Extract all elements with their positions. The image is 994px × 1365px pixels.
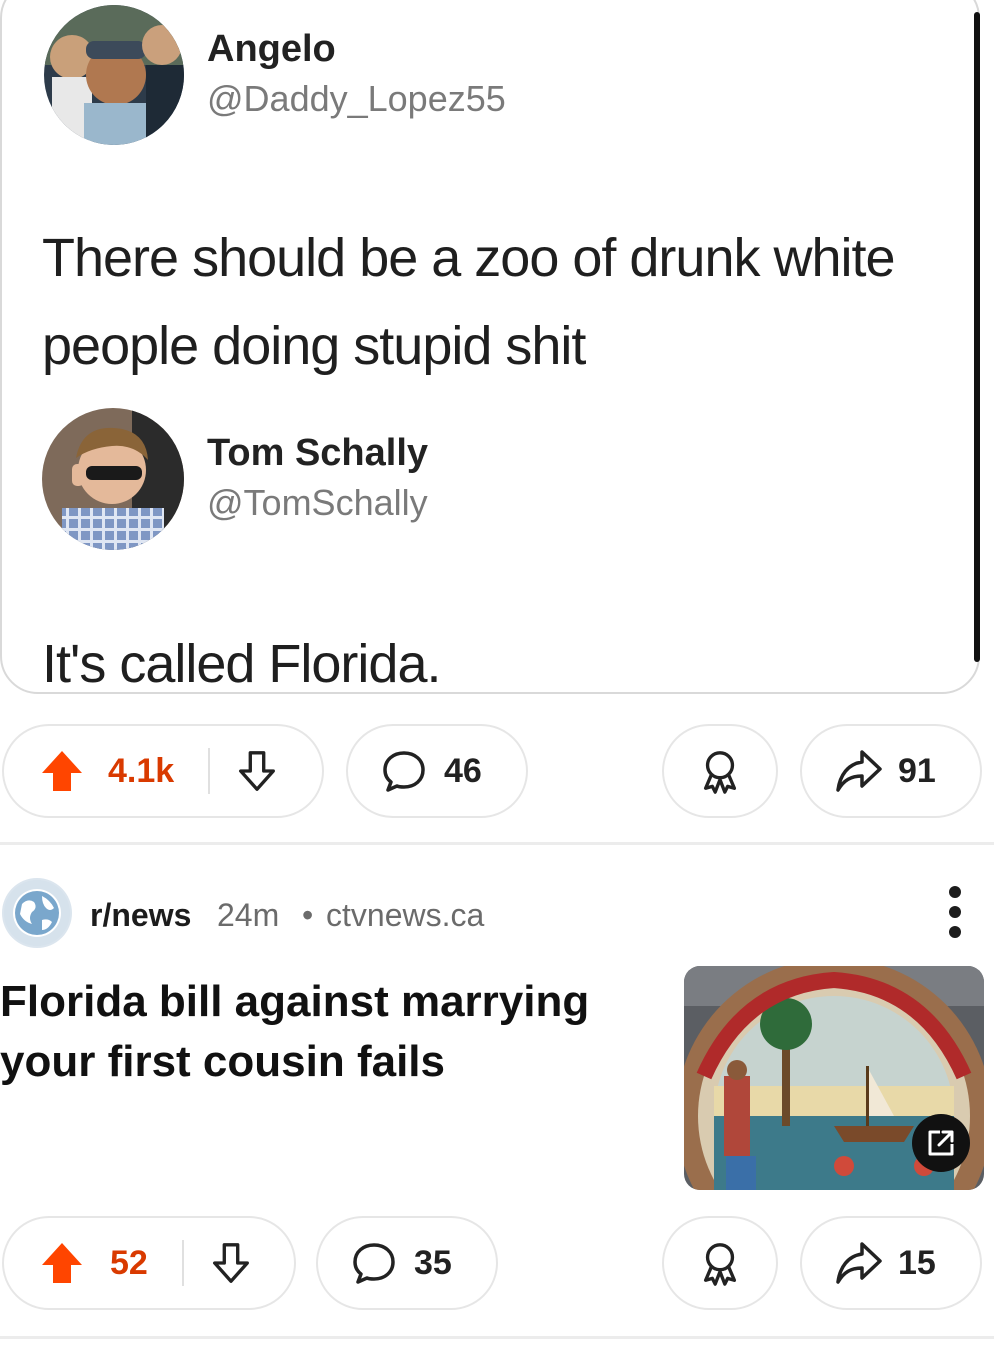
subreddit-name[interactable]: r/news [90, 897, 191, 934]
award-button[interactable] [662, 724, 778, 818]
upvote-button[interactable] [38, 747, 86, 795]
award-button-2[interactable] [662, 1216, 778, 1310]
author-handle: @Daddy_Lopez55 [207, 78, 506, 119]
downvote-button-2[interactable] [208, 1240, 254, 1286]
reply-author-handle: @TomSchally [207, 482, 428, 523]
comments-count-2: 35 [414, 1243, 452, 1282]
upvote-count-2: 52 [110, 1243, 148, 1282]
downvote-arrow-icon [212, 1243, 249, 1283]
post-separator [0, 842, 994, 845]
shares-count-2: 15 [898, 1243, 936, 1282]
comments-count: 46 [444, 751, 482, 790]
open-link-button[interactable] [912, 1114, 970, 1172]
card-edge-shadow [974, 12, 980, 662]
comment-bubble-icon [353, 1243, 395, 1284]
subreddit-avatar[interactable] [2, 878, 72, 948]
vote-bar: 4.1k [2, 724, 324, 818]
post-title-line-2[interactable]: your first cousin fails [0, 1032, 445, 1092]
external-link-icon [928, 1130, 954, 1156]
tweet-text-line-2: people doing stupid shit [42, 316, 586, 376]
award-icon [703, 751, 737, 794]
upvote-arrow-icon [42, 1243, 82, 1283]
vote-divider-2 [181, 1240, 184, 1286]
tweet-text-line-1: There should be a zoo of drunk white [42, 228, 896, 288]
vote-divider [208, 748, 211, 794]
post-age: 24m [217, 897, 280, 933]
share-button[interactable]: 91 [800, 724, 982, 818]
upvote-arrow-icon [42, 751, 82, 791]
comments-button-2[interactable]: 35 [316, 1216, 498, 1310]
share-arrow-icon [836, 1242, 882, 1284]
award-icon [703, 1243, 737, 1286]
reply-text: It's called Florida. [42, 634, 441, 694]
more-options-button[interactable] [938, 884, 972, 940]
shares-count: 91 [898, 751, 936, 790]
meta-dot: • [302, 897, 314, 933]
globe-icon [4, 880, 70, 946]
comments-button[interactable]: 46 [346, 724, 528, 818]
comment-bubble-icon [383, 751, 425, 792]
upvote-button-2[interactable] [38, 1239, 86, 1287]
post-title-line-1[interactable]: Florida bill against marrying [0, 972, 589, 1032]
author-name: Angelo [207, 28, 336, 70]
more-options-icon [949, 886, 961, 938]
post-separator-2 [0, 1336, 994, 1339]
share-button-2[interactable]: 15 [800, 1216, 982, 1310]
reply-author-name: Tom Schally [207, 432, 429, 474]
link-thumbnail[interactable] [684, 966, 984, 1190]
downvote-arrow-icon [239, 751, 276, 791]
author-avatar [44, 5, 184, 145]
vote-bar-2: 52 [2, 1216, 296, 1310]
share-arrow-icon [836, 750, 882, 792]
link-domain[interactable]: ctvnews.ca [326, 897, 484, 934]
upvote-count: 4.1k [108, 751, 175, 790]
reply-author-avatar [42, 408, 184, 550]
downvote-button[interactable] [234, 748, 280, 794]
